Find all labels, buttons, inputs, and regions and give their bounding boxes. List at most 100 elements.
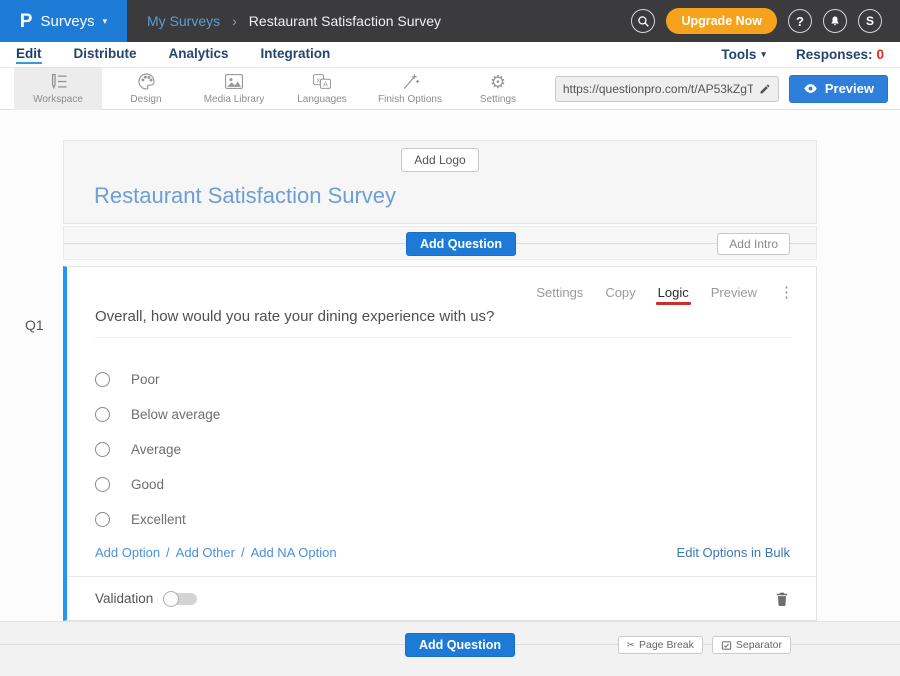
option-row-excellent[interactable]: Excellent <box>95 502 816 537</box>
option-row-poor[interactable]: Poor <box>95 362 816 397</box>
option-tools-row: Add Option / Add Other / Add NA Option E… <box>95 545 790 560</box>
tab-distribute[interactable]: Distribute <box>74 46 137 64</box>
question-preview-link[interactable]: Preview <box>711 285 757 300</box>
help-button[interactable]: ? <box>788 9 812 33</box>
toolbar-tab-label: Media Library <box>204 94 265 105</box>
add-na-option-link[interactable]: Add NA Option <box>251 545 337 560</box>
radio-icon[interactable] <box>95 512 110 527</box>
toolbar-tab-label: Workspace <box>33 94 83 105</box>
radio-icon[interactable] <box>95 407 110 422</box>
translate-icon: xA <box>312 73 332 91</box>
subnav-right: Tools ▾ Responses: 0 <box>721 47 900 62</box>
question-actions: Settings Copy Logic Preview ⋮ <box>67 267 816 301</box>
insert-element-buttons: ✂ Page Break Separator <box>618 636 791 654</box>
responses-count: 0 <box>876 47 884 62</box>
edit-options-in-bulk-link[interactable]: Edit Options in Bulk <box>677 545 790 560</box>
tab-integration[interactable]: Integration <box>261 46 331 64</box>
tab-analytics[interactable]: Analytics <box>169 46 229 64</box>
kebab-menu-icon[interactable]: ⋮ <box>779 283 794 301</box>
questionpro-logo-icon: P <box>20 12 33 31</box>
breadcrumb-current-survey: Restaurant Satisfaction Survey <box>249 13 441 29</box>
toolbar-tab-languages[interactable]: xA Languages <box>278 68 366 110</box>
page-break-label: Page Break <box>639 639 694 651</box>
responses-label: Responses: <box>796 47 873 62</box>
responses-counter[interactable]: Responses: 0 <box>796 47 884 62</box>
toolbar-tab-finish-options[interactable]: Finish Options <box>366 68 454 110</box>
link-separator: / <box>241 545 245 560</box>
header-actions: Upgrade Now ? S <box>631 8 900 34</box>
toolbar-tabs: Workspace Design Media Library xA Langua… <box>14 68 542 110</box>
option-label: Excellent <box>131 512 186 527</box>
add-question-band-top: Add Question Add Intro <box>63 226 817 260</box>
toolbar-tab-media-library[interactable]: Media Library <box>190 68 278 110</box>
toolbar-tab-workspace[interactable]: Workspace <box>14 68 102 110</box>
question-logic-link[interactable]: Logic <box>658 285 689 300</box>
svg-text:x: x <box>317 77 321 84</box>
top-header: P Surveys ▾ My Surveys › Restaurant Sati… <box>0 0 900 42</box>
bell-icon <box>829 15 841 28</box>
toolbar-tab-design[interactable]: Design <box>102 68 190 110</box>
question-card: Q1 Settings Copy Logic Preview ⋮ Overall… <box>63 266 817 621</box>
radio-icon[interactable] <box>95 442 110 457</box>
separator-button[interactable]: Separator <box>712 636 791 654</box>
survey-workspace: Add Logo Restaurant Satisfaction Survey … <box>0 110 900 676</box>
add-option-link[interactable]: Add Option <box>95 545 160 560</box>
survey-section-nav: Edit Distribute Analytics Integration To… <box>0 42 900 68</box>
edit-url-button[interactable] <box>759 83 771 95</box>
surveys-app-menu[interactable]: P Surveys ▾ <box>0 0 127 42</box>
delete-question-button[interactable] <box>775 591 789 607</box>
search-button[interactable] <box>631 9 655 33</box>
gear-icon: ⚙ <box>490 73 506 91</box>
validation-row: Validation <box>67 576 816 620</box>
validation-label: Validation <box>95 591 153 606</box>
radio-icon[interactable] <box>95 477 110 492</box>
separator-label: Separator <box>736 639 782 651</box>
page-break-button[interactable]: ✂ Page Break <box>618 636 703 654</box>
radio-icon[interactable] <box>95 372 110 387</box>
validation-toggle[interactable] <box>163 591 197 607</box>
tab-edit[interactable]: Edit <box>16 46 42 64</box>
question-text[interactable]: Overall, how would you rate your dining … <box>95 308 792 338</box>
search-icon <box>637 15 650 28</box>
preview-button[interactable]: Preview <box>789 75 888 103</box>
toggle-knob <box>163 591 179 607</box>
option-row-below-average[interactable]: Below average <box>95 397 816 432</box>
add-intro-button[interactable]: Add Intro <box>717 233 790 255</box>
option-row-good[interactable]: Good <box>95 467 816 502</box>
add-logo-button[interactable]: Add Logo <box>401 148 478 172</box>
add-option-links: Add Option / Add Other / Add NA Option <box>95 545 337 560</box>
add-question-button-top[interactable]: Add Question <box>406 232 516 256</box>
survey-url-field[interactable] <box>555 76 779 102</box>
survey-title[interactable]: Restaurant Satisfaction Survey <box>94 183 816 209</box>
add-question-button-bottom[interactable]: Add Question <box>405 633 515 657</box>
notifications-button[interactable] <box>823 9 847 33</box>
option-label: Poor <box>131 372 160 387</box>
toolbar-tab-label: Design <box>130 94 161 105</box>
separator-check-icon <box>721 640 732 651</box>
tools-label: Tools <box>721 47 756 62</box>
account-avatar[interactable]: S <box>858 9 882 33</box>
trash-icon <box>775 591 789 607</box>
image-icon <box>224 73 244 91</box>
question-number-label: Q1 <box>25 317 44 333</box>
upgrade-now-button[interactable]: Upgrade Now <box>666 8 777 34</box>
share-url-area: Preview <box>555 75 900 103</box>
surveys-menu-label: Surveys <box>40 13 94 30</box>
chevron-down-icon: ▾ <box>761 49 766 60</box>
toolbar-tab-settings[interactable]: ⚙ Settings <box>454 68 542 110</box>
svg-text:A: A <box>323 82 328 89</box>
toolbar-tab-label: Finish Options <box>378 94 442 105</box>
add-other-link[interactable]: Add Other <box>176 545 235 560</box>
option-row-average[interactable]: Average <box>95 432 816 467</box>
breadcrumb-my-surveys[interactable]: My Surveys <box>147 13 220 29</box>
eye-icon <box>803 83 818 94</box>
app-window: P Surveys ▾ My Surveys › Restaurant Sati… <box>0 0 900 676</box>
question-copy-link[interactable]: Copy <box>605 285 635 300</box>
workspace-icon <box>48 73 68 91</box>
magic-wand-icon <box>401 73 420 91</box>
avatar-initial: S <box>866 14 874 28</box>
question-settings-link[interactable]: Settings <box>536 285 583 300</box>
option-label: Below average <box>131 407 220 422</box>
survey-url-input[interactable] <box>563 82 753 96</box>
tools-menu[interactable]: Tools ▾ <box>721 47 766 62</box>
